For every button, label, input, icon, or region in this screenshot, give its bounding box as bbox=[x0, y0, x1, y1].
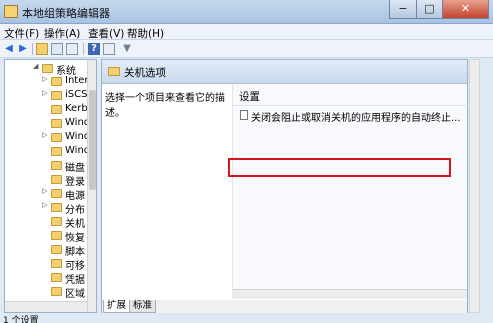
expand-arrow-icon[interactable]: ▷ bbox=[42, 201, 50, 209]
details-header: 关机选项 bbox=[102, 60, 467, 84]
policy-setting-icon bbox=[240, 110, 248, 120]
folder-icon bbox=[51, 105, 62, 114]
folder-icon bbox=[51, 133, 62, 142]
tab-standard[interactable]: 标准 bbox=[129, 300, 157, 313]
view-tabs: 扩展 标准 bbox=[102, 300, 467, 313]
close-button[interactable]: ✕ bbox=[442, 0, 489, 19]
status-bar: 1 个设置 bbox=[0, 313, 493, 323]
title-bar: 本地组策略编辑器 − □ ✕ bbox=[0, 0, 493, 24]
folder-icon bbox=[51, 231, 62, 240]
details-title: 关机选项 bbox=[124, 67, 166, 79]
menu-view[interactable]: 查看(V) bbox=[88, 26, 124, 41]
folder-icon bbox=[51, 189, 62, 198]
window-title: 本地组策略编辑器 bbox=[22, 7, 110, 20]
folder-icon bbox=[51, 175, 62, 184]
folder-icon bbox=[51, 203, 62, 212]
setting-label: 关闭会阻止或取消关机的应用程序的自动终止... bbox=[251, 113, 461, 124]
tree-horizontal-scrollbar[interactable] bbox=[5, 301, 87, 312]
properties-icon[interactable] bbox=[103, 43, 115, 55]
column-header-setting[interactable]: 设置 bbox=[239, 89, 260, 104]
help-icon[interactable]: ? bbox=[88, 43, 100, 55]
collapse-arrow-icon[interactable]: ◢ bbox=[33, 62, 41, 70]
tab-extended[interactable]: 扩展 bbox=[103, 300, 131, 313]
forward-icon[interactable]: ▶ bbox=[17, 43, 29, 55]
details-vertical-scrollbar[interactable] bbox=[469, 59, 480, 313]
settings-list[interactable]: 设置 关闭会阻止或取消关机的应用程序的自动终止... bbox=[232, 84, 468, 289]
folder-icon bbox=[42, 64, 53, 73]
folder-icon bbox=[51, 91, 62, 100]
menu-action[interactable]: 操作(A) bbox=[44, 26, 80, 41]
setting-row[interactable]: 关闭会阻止或取消关机的应用程序的自动终止... bbox=[239, 107, 461, 124]
expand-arrow-icon[interactable]: ▷ bbox=[42, 75, 50, 83]
expand-arrow-icon[interactable]: ▷ bbox=[42, 131, 50, 139]
description-text: 选择一个项目来查看它的描述。 bbox=[105, 93, 225, 119]
show-tree-icon[interactable] bbox=[51, 43, 63, 55]
maximize-button[interactable]: □ bbox=[416, 0, 443, 19]
status-text: 1 个设置 bbox=[3, 316, 39, 323]
folder-icon bbox=[51, 259, 62, 268]
toolbar: ◀ ▶ ? ▼ bbox=[0, 40, 493, 58]
tree-scroll-thumb[interactable] bbox=[89, 90, 96, 190]
menu-file[interactable]: 文件(F) bbox=[4, 26, 39, 41]
folder-icon bbox=[51, 147, 62, 156]
filter-icon[interactable]: ▼ bbox=[121, 43, 133, 55]
folder-icon bbox=[108, 67, 120, 76]
details-horizontal-scrollbar[interactable] bbox=[232, 289, 467, 299]
highlight-box bbox=[228, 158, 451, 177]
menu-bar: 文件(F) 操作(A) 查看(V) 帮助(H) bbox=[0, 24, 493, 40]
back-icon[interactable]: ◀ bbox=[3, 43, 15, 55]
folder-icon bbox=[51, 287, 62, 296]
tree-pane[interactable]: ◢ 系统 ▷ Inter ▷ iSCS Kerb Wind ▷ Wind Win… bbox=[4, 59, 97, 313]
expand-arrow-icon[interactable]: ▷ bbox=[42, 89, 50, 97]
folder-icon bbox=[51, 273, 62, 282]
tree-vertical-scrollbar[interactable] bbox=[87, 60, 96, 312]
app-icon bbox=[4, 5, 18, 18]
folder-icon bbox=[51, 119, 62, 128]
folder-icon bbox=[51, 77, 62, 86]
folder-up-icon[interactable] bbox=[36, 43, 48, 55]
folder-icon bbox=[51, 161, 62, 170]
export-icon[interactable] bbox=[66, 43, 78, 55]
menu-help[interactable]: 帮助(H) bbox=[127, 26, 164, 41]
minimize-button[interactable]: − bbox=[389, 0, 417, 19]
details-pane: 关机选项 选择一个项目来查看它的描述。 设置 关闭会阻止或取消关机的应用程序的自… bbox=[101, 59, 468, 313]
expand-arrow-icon[interactable]: ▷ bbox=[42, 187, 50, 195]
divider bbox=[233, 105, 468, 106]
folder-icon bbox=[51, 217, 62, 226]
folder-icon bbox=[51, 245, 62, 254]
